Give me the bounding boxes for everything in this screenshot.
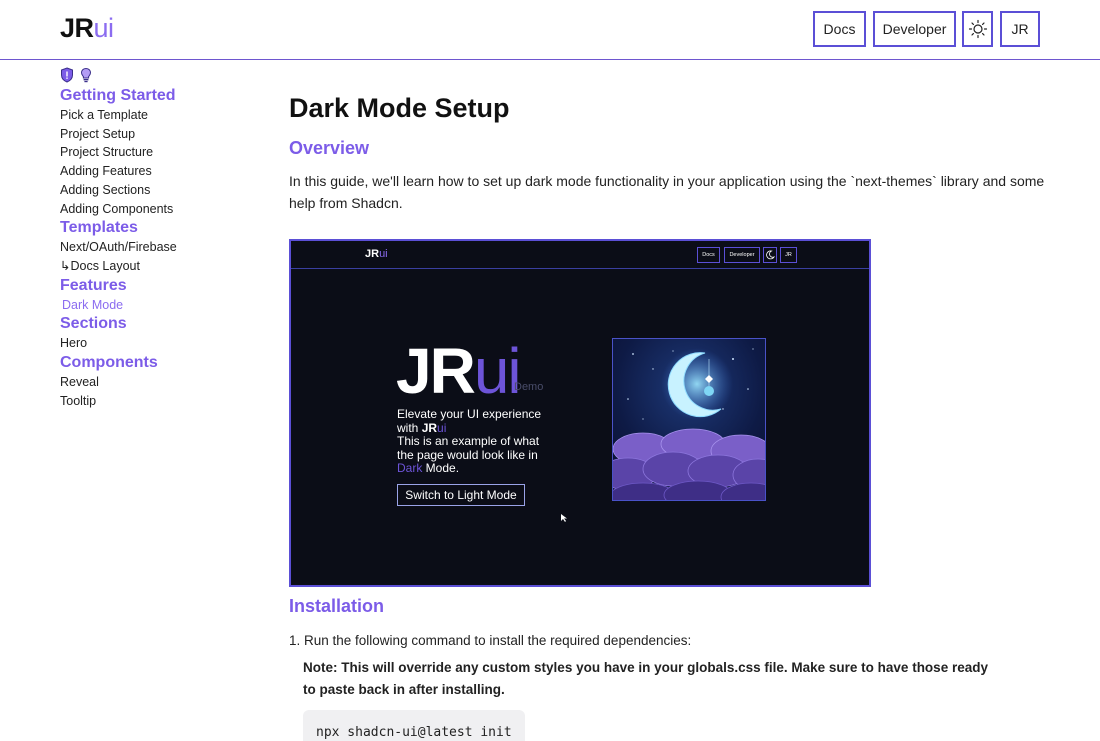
sidebar-item-hero[interactable]: Hero [60, 334, 270, 353]
sidebar-item-pick-a-template[interactable]: Pick a Template [60, 106, 270, 125]
sidebar-item-reveal[interactable]: Reveal [60, 373, 270, 392]
docs-nav-button[interactable]: Docs [813, 11, 866, 47]
preview-moon-illustration [612, 338, 766, 501]
moon-icon [766, 250, 775, 260]
preview-docs-button: Docs [697, 247, 720, 263]
preview-avatar-button: JR [780, 247, 797, 263]
mouse-cursor-icon [561, 514, 567, 522]
docs-sidebar: Getting Started Pick a Template Project … [60, 64, 270, 410]
preview-developer-button: Developer [724, 247, 760, 263]
sidebar-item-dark-mode[interactable]: Dark Mode [60, 296, 270, 315]
sidebar-item-docs-layout[interactable]: ↳Docs Layout [60, 257, 270, 276]
dark-mode-preview-image: JRui Docs Developer JR JRui Demo Elevate… [289, 239, 871, 587]
site-logo[interactable]: JRui [60, 12, 114, 44]
sidebar-item-next-oauth-firebase[interactable]: Next/OAuth/Firebase [60, 238, 270, 257]
sidebar-icon-row [60, 64, 270, 86]
preview-hero-subtitle: Demo [514, 381, 544, 393]
logo-bold-text: JR [60, 13, 94, 43]
installation-heading: Installation [289, 596, 385, 616]
developer-nav-button[interactable]: Developer [873, 11, 956, 47]
sidebar-item-adding-features[interactable]: Adding Features [60, 162, 270, 181]
installation-step-1: 1. Run the following command to install … [289, 633, 692, 648]
sidebar-section-components: Components [60, 354, 158, 372]
preview-switch-light-mode-button: Switch to Light Mode [397, 484, 525, 506]
sidebar-section-templates: Templates [60, 219, 138, 237]
sidebar-item-project-setup[interactable]: Project Setup [60, 125, 270, 144]
sidebar-item-project-structure[interactable]: Project Structure [60, 143, 270, 162]
page-title: Dark Mode Setup [289, 93, 510, 123]
sidebar-item-tooltip[interactable]: Tooltip [60, 392, 270, 411]
preview-hero-title: JRui [396, 335, 522, 407]
preview-header: JRui Docs Developer JR [291, 241, 869, 269]
sidebar-item-adding-components[interactable]: Adding Components [60, 200, 270, 219]
sidebar-section-features: Features [60, 276, 127, 294]
install-command[interactable]: npx shadcn-ui@latest init [303, 710, 525, 741]
overview-paragraph: In this guide, we'll learn how to set up… [289, 173, 1045, 211]
lightbulb-icon[interactable] [80, 67, 92, 83]
crescent-moon-night-illustration [613, 339, 765, 500]
sun-icon [968, 19, 987, 39]
code-block[interactable]: npx shadcn-ui@latest init [303, 710, 1049, 741]
sidebar-item-adding-sections[interactable]: Adding Sections [60, 181, 270, 200]
theme-toggle-button[interactable] [962, 11, 993, 47]
preview-logo: JRui [365, 248, 388, 260]
installation-note: Note: This will override any custom styl… [303, 660, 988, 697]
shield-icon[interactable] [60, 67, 74, 83]
logo-light-text: ui [93, 13, 115, 43]
overview-heading: Overview [289, 138, 370, 158]
preview-hero-text: Elevate your UI experience with JRui Thi… [397, 407, 542, 475]
sidebar-section-getting-started: Getting Started [60, 87, 176, 104]
sidebar-section-sections: Sections [60, 315, 127, 333]
installation-section: Installation 1. Run the following comman… [289, 594, 1049, 741]
main-content: Dark Mode Setup Overview In this guide, … [289, 88, 1049, 214]
top-header: JRui Docs Developer JR [0, 0, 1100, 60]
preview-theme-button [763, 247, 777, 263]
user-avatar-button[interactable]: JR [1000, 11, 1040, 47]
